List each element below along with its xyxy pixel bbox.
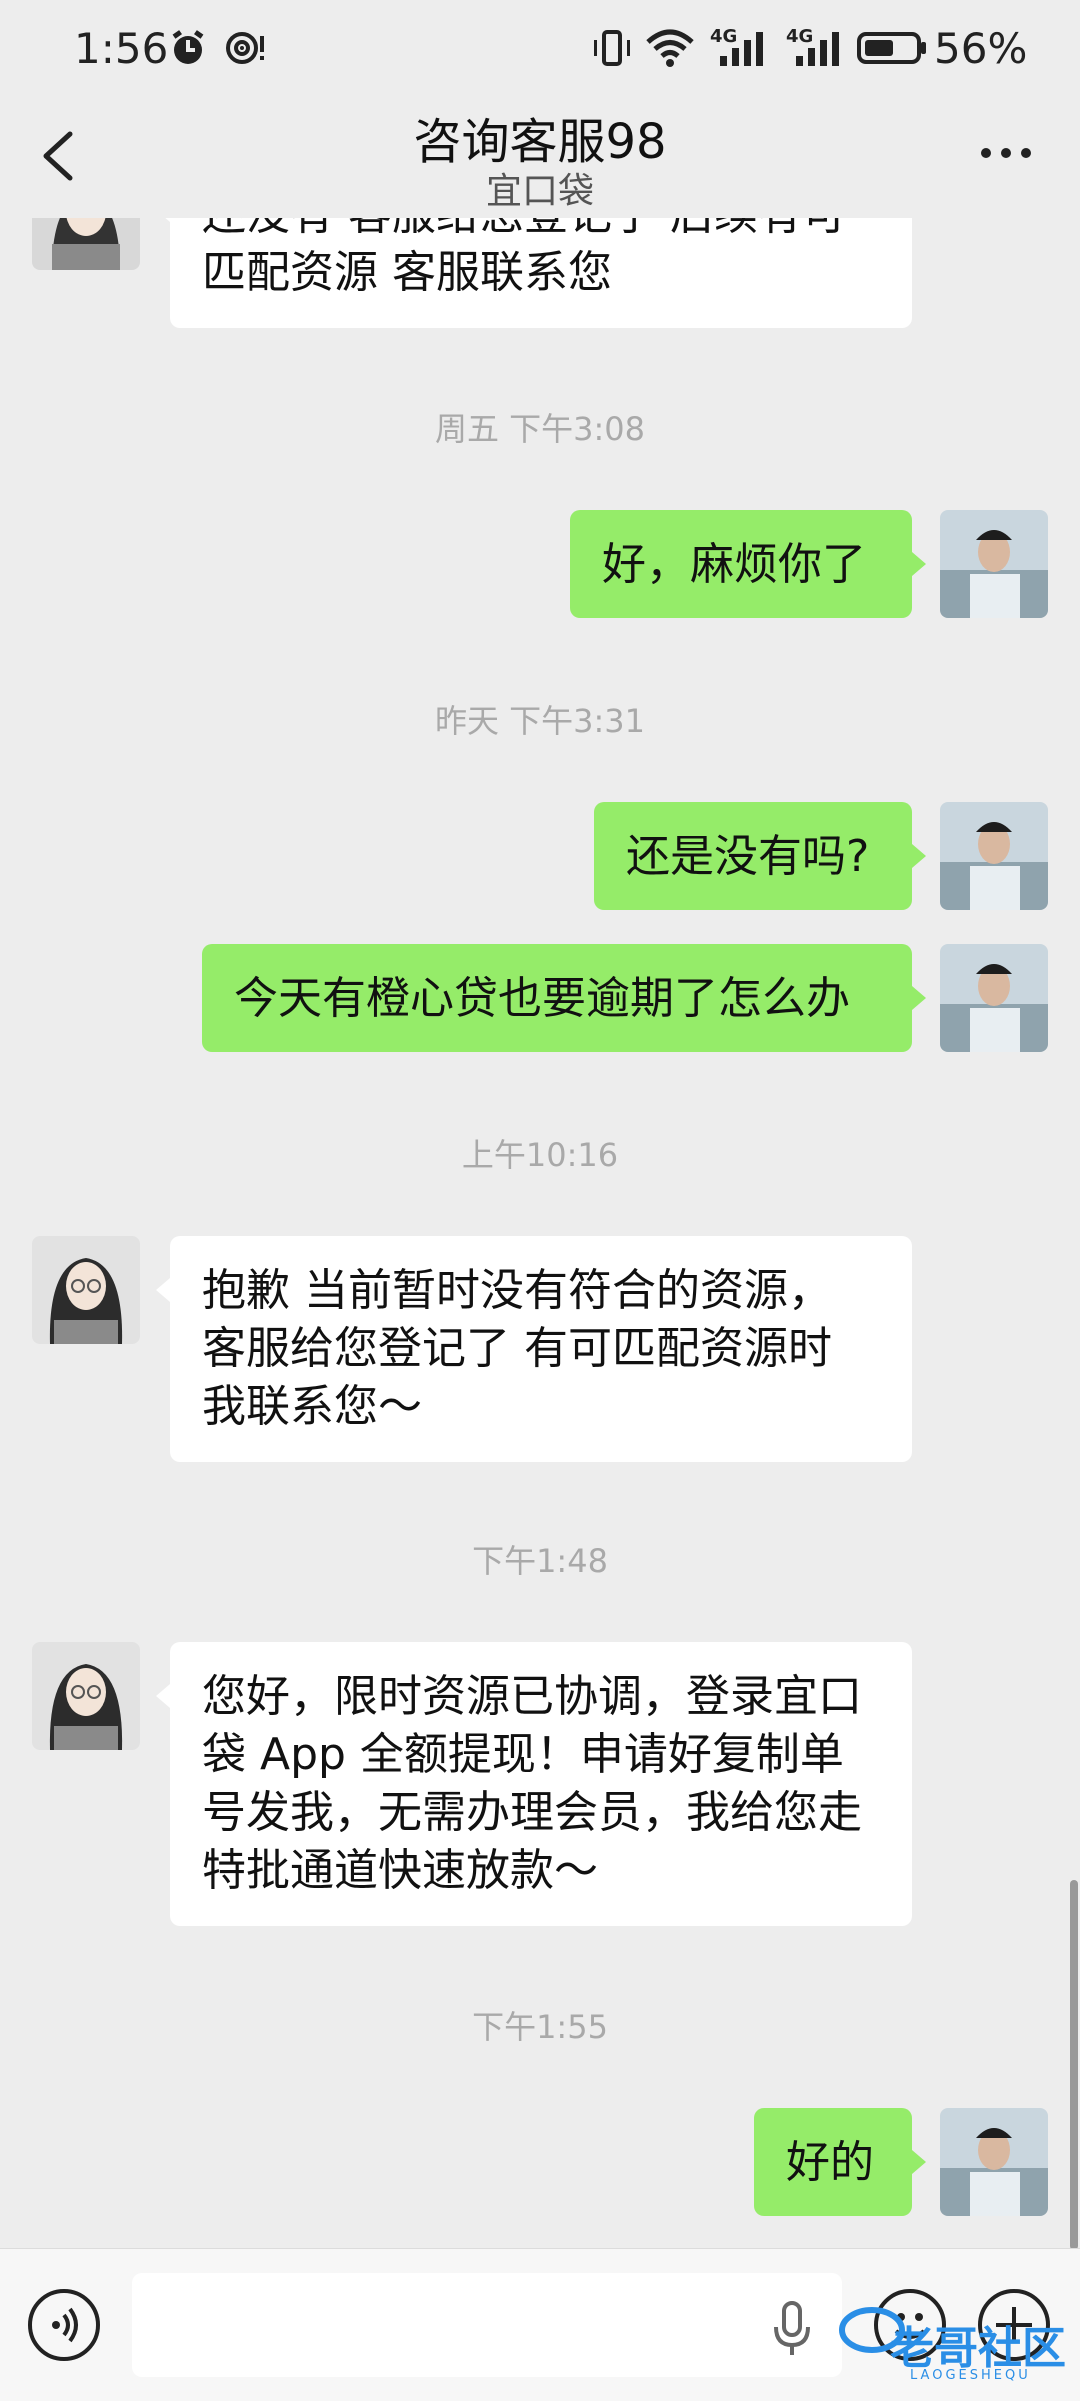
microphone-icon[interactable] [770,2299,814,2359]
voice-toggle-button[interactable] [28,2289,100,2361]
message-line: 抱歉 当前暂时没有符合的资源， [202,1265,832,1316]
signal-icon-1 [720,32,763,66]
message-line: 您好，限时资源已协调，登录宜口 [202,1671,862,1722]
message-text: 今天有橙心贷也要逾期了怎么办 [234,973,850,1024]
incoming-message[interactable]: 还没有 客服给您登记了 后续有可 匹配资源 客服联系您 [170,218,912,328]
battery-icon [857,32,926,64]
user-avatar[interactable] [940,510,1048,618]
chat-header: 咨询客服98 宜口袋 [0,98,1080,218]
message-list[interactable]: 还没有 客服给您登记了 后续有可 匹配资源 客服联系您 周五 下午3:08 好，… [0,218,1080,2248]
message-line: 号发我，无需办理会员，我给您走 [202,1787,862,1838]
outgoing-message[interactable]: 好，麻烦你了 [570,510,912,618]
message-text: 好的 [786,2137,874,2188]
voice-icon [52,2307,78,2343]
contact-avatar[interactable] [32,1236,140,1344]
message-line: 袋 App 全额提现！申请好复制单 [202,1729,844,1780]
outgoing-message[interactable]: 还是没有吗? [594,802,912,910]
timestamp: 下午1:55 [472,2008,608,2046]
message-line: 客服给您登记了 有可匹配资源时 [202,1323,832,1374]
timestamp: 下午1:48 [472,1542,608,1580]
signal-icon-2 [796,32,839,66]
user-avatar[interactable] [940,802,1048,910]
chat-subtitle: 宜口袋 [485,171,594,212]
timestamp: 周五 下午3:08 [434,410,646,448]
wifi-icon [646,29,694,67]
vibrate-icon [594,30,630,66]
more-options-icon[interactable] [978,138,1034,168]
hotspot-icon [226,32,264,64]
message-line: 我联系您～ [202,1381,422,1432]
message-text: 还是没有吗? [626,831,870,882]
watermark-subtext: LAOGESHEQU [910,2368,1031,2383]
battery-percent: 56% [934,24,1028,73]
incoming-message[interactable]: 抱歉 当前暂时没有符合的资源， 客服给您登记了 有可匹配资源时 我联系您～ [170,1236,912,1462]
scrollbar[interactable] [1070,1880,1078,2250]
incoming-message[interactable]: 您好，限时资源已协调，登录宜口 袋 App 全额提现！申请好复制单 号发我，无需… [170,1642,912,1926]
message-line: 匹配资源 客服联系您 [202,247,612,298]
message-input[interactable] [132,2273,842,2377]
user-avatar[interactable] [940,2108,1048,2216]
outgoing-message[interactable]: 今天有橙心贷也要逾期了怎么办 [202,944,912,1052]
timestamp: 上午10:16 [461,1136,619,1174]
message-line: 特批通道快速放款～ [202,1845,598,1896]
watermark-text: 老哥社区 [890,2323,1066,2374]
contact-avatar[interactable] [32,218,140,270]
message-text: 好，麻烦你了 [602,539,866,590]
contact-avatar[interactable] [32,1642,140,1750]
status-time: 1:56 [74,24,169,73]
user-avatar[interactable] [940,944,1048,1052]
timestamp: 昨天 下午3:31 [434,702,646,740]
alarm-icon [172,30,204,64]
message-line: 还没有 客服给您登记了 后续有可 [202,218,880,244]
status-bar: 1:56 4G 4G 56% [0,0,1080,98]
outgoing-message[interactable]: 好的 [754,2108,912,2216]
